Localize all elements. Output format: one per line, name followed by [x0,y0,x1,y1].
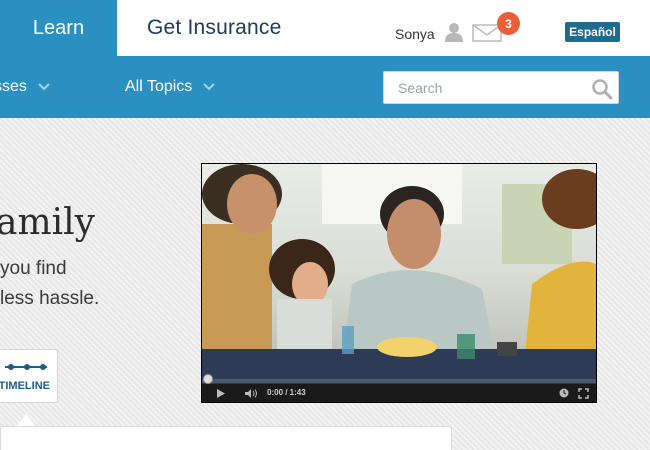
language-button-label: Español [569,25,616,39]
username[interactable]: Sonya [395,26,435,42]
video-frame-image [202,164,596,384]
tab-get-insurance-label: Get Insurance [147,16,282,39]
search-box [383,71,619,104]
search-input[interactable] [384,72,584,103]
search-icon[interactable] [591,78,613,100]
top-bar: Learn Get Insurance Sonya 3 Español [0,0,650,56]
language-button[interactable]: Español [565,22,620,42]
quality-settings-icon[interactable] [559,388,569,398]
user-icon[interactable] [444,22,464,42]
timeline-icon [5,364,47,370]
message-count-badge[interactable]: 3 [497,12,520,35]
nav-all-topics-label: All Topics [125,78,193,95]
play-icon[interactable] [216,388,226,399]
hero-title: amily [0,202,95,243]
tab-learn[interactable]: Learn [0,0,117,56]
video-progress-bar[interactable] [202,379,596,383]
video-player[interactable]: 0:00 / 1:43 [201,163,597,403]
video-controls: 0:00 / 1:43 [202,384,596,402]
tab-learn-label: Learn [32,16,85,39]
timeline-button[interactable]: TIMELINE [0,349,58,403]
nav-courses-dropdown[interactable]: sses [0,56,51,118]
timeline-panel [0,426,452,450]
chevron-down-icon [203,83,216,91]
volume-icon[interactable] [244,388,258,399]
timeline-label: TIMELINE [0,380,50,392]
tab-get-insurance[interactable]: Get Insurance [147,0,282,56]
message-count: 3 [505,16,512,31]
fullscreen-icon[interactable] [578,388,589,399]
video-scrubber-handle[interactable] [203,374,213,384]
nav-bar: sses All Topics [0,56,650,118]
nav-courses-label: sses [0,78,27,95]
hero-description-line1: you find [0,258,67,279]
video-time-display: 0:00 / 1:43 [267,388,306,397]
nav-all-topics-dropdown[interactable]: All Topics [125,56,216,118]
hero-description-line2: less hassle. [0,288,100,309]
chevron-down-icon [38,83,50,91]
